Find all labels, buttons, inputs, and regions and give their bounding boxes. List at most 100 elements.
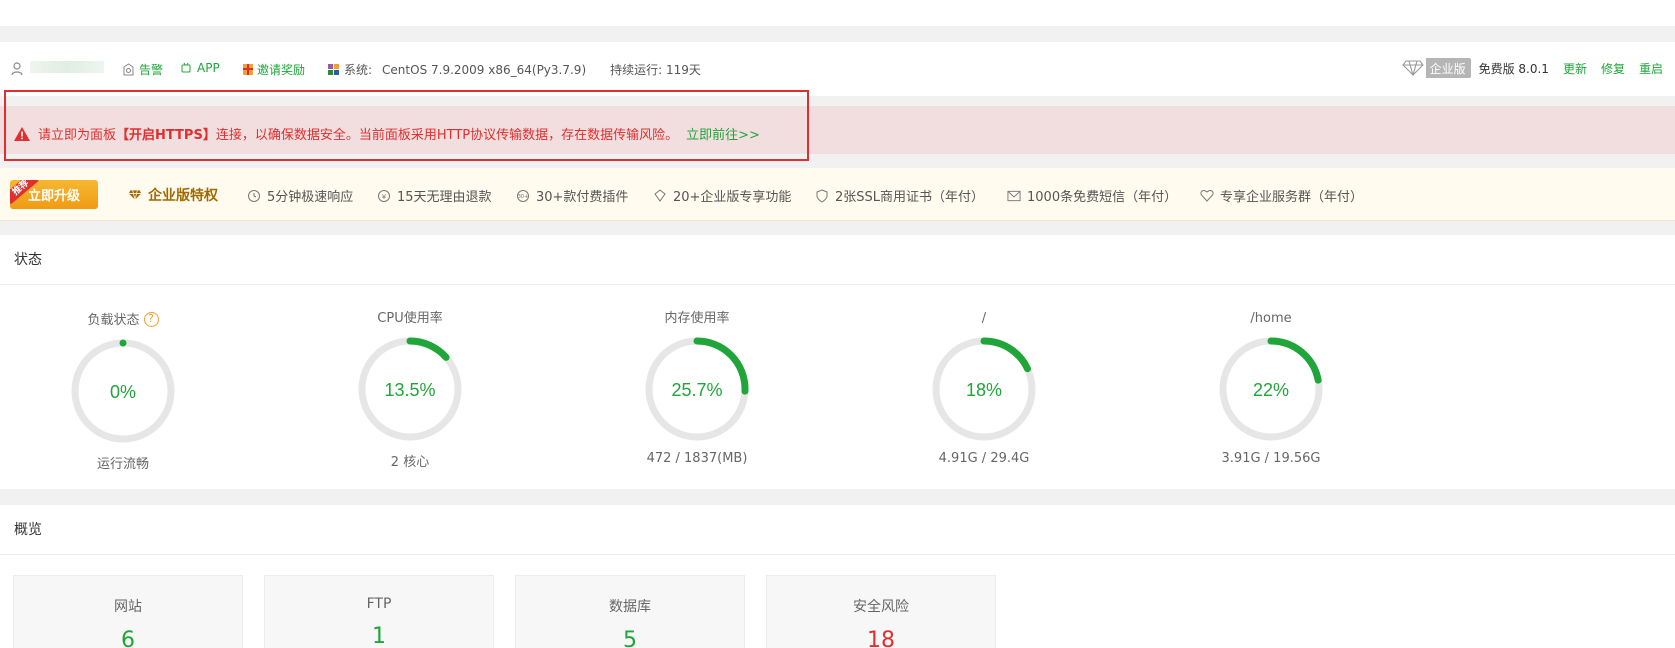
upgrade-button-label: 立即升级: [27, 189, 80, 204]
overview-card[interactable]: FTP 1: [264, 575, 494, 648]
help-icon[interactable]: ?: [143, 312, 159, 327]
gift-icon: [243, 64, 253, 75]
gauge-4[interactable]: / 18% 4.91G / 29.4G: [909, 309, 1059, 466]
gauge-subtext: 2 核心: [390, 455, 430, 470]
gauge-ring: 18%: [932, 337, 1036, 441]
overview-card[interactable]: 网站 6: [13, 575, 243, 648]
enable-https-link[interactable]: 立即前往>>: [686, 124, 760, 143]
enterprise-title-label: 企业版特权: [148, 188, 218, 204]
ssl-icon: [815, 188, 829, 203]
plugin-icon: 30+: [516, 189, 530, 203]
enterprise-title: 企业版特权: [128, 185, 218, 205]
https-warning: 请立即为面板 【开启HTTPS】 连接，以确保数据安全。当前面板采用HTTP协议…: [14, 124, 760, 143]
upgrade-button[interactable]: 推荐 立即升级: [10, 180, 98, 209]
edition-version: 免费版 8.0.1: [1478, 61, 1549, 76]
warning-highlight: 【开启HTTPS】: [116, 128, 216, 143]
feature-item: 5分钟极速响应: [247, 186, 353, 205]
system-label: 系统:: [344, 63, 373, 77]
feature-label: 5分钟极速响应: [267, 190, 354, 205]
gauge-label: 负载状态: [87, 313, 140, 328]
refund-icon: ¥: [377, 189, 391, 203]
gauge-ring: 13.5%: [358, 337, 462, 441]
overview-card-value: 5: [623, 628, 637, 648]
system-value: CentOS 7.9.2009 x86_64(Py3.7.9): [382, 62, 587, 77]
svg-text:¥: ¥: [382, 193, 387, 201]
feature-label: 2张SSL商用证书（年付）: [835, 190, 985, 205]
gauge-value: 25.7%: [671, 380, 722, 400]
warning-icon: [14, 126, 30, 141]
header-right: 企业版 免费版 8.0.1 更新 修复 重启: [1399, 58, 1663, 78]
uptime: 持续运行: 119天: [610, 63, 701, 77]
gauge-value: 18%: [966, 380, 1002, 400]
gem-icon: [653, 188, 667, 203]
user-icon: [11, 62, 23, 76]
status-title: 状态: [0, 235, 1675, 285]
gauge-ring: 0%: [71, 339, 175, 443]
svg-text:30+: 30+: [518, 194, 529, 200]
warning-prefix: 请立即为面板: [38, 128, 117, 143]
feature-label: 15天无理由退款: [397, 190, 492, 205]
app-link[interactable]: APP: [180, 61, 220, 75]
overview-card-label: 安全风险: [853, 599, 909, 615]
centos-icon: [328, 64, 339, 75]
system-info: 系统: CentOS 7.9.2009 x86_64(Py3.7.9) 持续运行…: [327, 61, 701, 78]
clock-icon: [247, 189, 261, 203]
repair-link[interactable]: 修复: [1601, 60, 1625, 77]
overview-card-label: 数据库: [609, 599, 651, 615]
gauge-value: 0%: [110, 382, 136, 402]
gauge-label: /: [981, 311, 987, 326]
gauge-ring: 22%: [1219, 337, 1323, 441]
gauge-ring: 25.7%: [645, 337, 749, 441]
feature-item: ¥ 15天无理由退款: [377, 186, 492, 205]
restart-link[interactable]: 重启: [1639, 60, 1663, 77]
overview-card-value: 6: [121, 628, 135, 648]
app-label: APP: [197, 61, 220, 75]
top-strip: [0, 0, 1675, 26]
gauge-value: 13.5%: [384, 380, 435, 400]
mail-icon: [1007, 189, 1021, 203]
status-panel: 状态: [0, 235, 1675, 489]
feature-item: 1000条免费短信（年付）: [1007, 186, 1177, 205]
diamond-icon: [128, 188, 142, 202]
gauge-5[interactable]: /home 22% 3.91G / 19.56G: [1196, 309, 1346, 466]
invite-label: 邀请奖励: [257, 63, 306, 77]
enterprise-badge[interactable]: 企业版: [1399, 58, 1471, 78]
feature-item: 2张SSL商用证书（年付）: [815, 186, 984, 205]
enterprise-badge-label: 企业版: [1429, 61, 1466, 76]
gauge-label: /home: [1250, 311, 1292, 326]
overview-card-label: FTP: [366, 596, 392, 612]
feature-label: 1000条免费短信（年付）: [1027, 190, 1178, 205]
gauge-2[interactable]: CPU使用率 13.5% 2 核心: [335, 309, 485, 470]
gauge-subtext: 3.91G / 19.56G: [1221, 451, 1321, 466]
feature-item: 专享企业服务群（年付）: [1200, 186, 1363, 205]
overview-card[interactable]: 安全风险 18: [766, 575, 996, 648]
gauge-1[interactable]: 负载状态? 0% 运行流畅: [48, 309, 198, 472]
username-masked: [30, 61, 104, 73]
feature-item: 30+ 30+款付费插件: [516, 186, 628, 205]
app-icon: [181, 62, 191, 73]
invite-link[interactable]: 邀请奖励: [242, 61, 305, 78]
heart-icon: [1200, 189, 1214, 203]
feature-label: 20+企业版专享功能: [673, 190, 792, 205]
gauge-subtext: 472 / 1837(MB): [646, 451, 748, 466]
gauge-value: 22%: [1253, 380, 1289, 400]
gauge-subtext: 运行流畅: [96, 457, 149, 472]
gauge-label: CPU使用率: [377, 311, 443, 326]
alarm-icon: [123, 63, 134, 76]
gauge-subtext: 4.91G / 29.4G: [938, 451, 1030, 466]
warning-suffix: 连接，以确保数据安全。当前面板采用HTTP协议传输数据，存在数据传输风险。: [215, 128, 679, 143]
update-link[interactable]: 更新: [1563, 60, 1587, 77]
diamond-icon: [1399, 58, 1426, 78]
overview-title: 概览: [0, 505, 1675, 555]
overview-card[interactable]: 数据库 5: [515, 575, 745, 648]
alarm-label: 告警: [139, 63, 164, 77]
overview-card-value: 1: [372, 624, 386, 648]
gauge-label: 内存使用率: [664, 311, 730, 326]
feature-label: 专享企业服务群（年付）: [1220, 190, 1364, 205]
gauge-3[interactable]: 内存使用率 25.7% 472 / 1837(MB): [622, 309, 772, 466]
feature-label: 30+款付费插件: [536, 190, 629, 205]
overview-card-value: 18: [867, 628, 895, 648]
feature-item: 20+企业版专享功能: [653, 186, 791, 205]
alarm-link[interactable]: 告警: [122, 61, 163, 78]
overview-card-label: 网站: [114, 599, 142, 615]
